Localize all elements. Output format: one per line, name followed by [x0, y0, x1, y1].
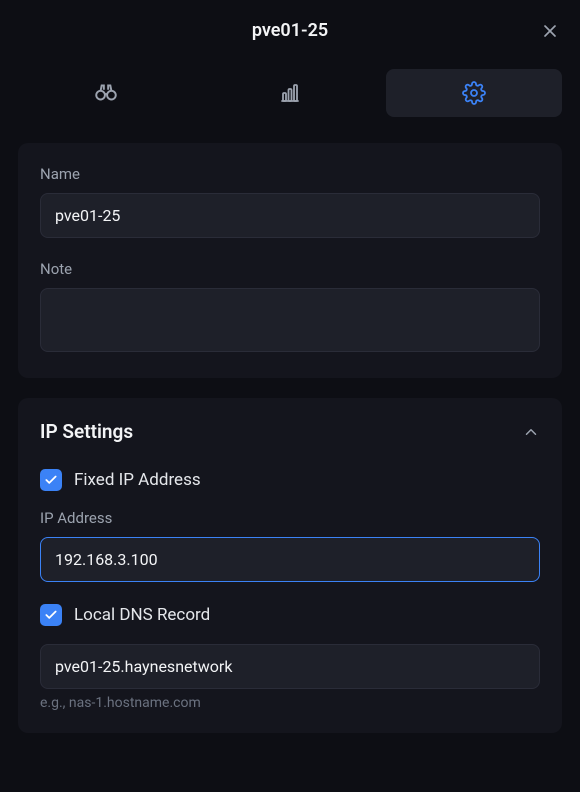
dns-hint: e.g., nas-1.hostname.com — [40, 695, 540, 711]
local-dns-checkbox[interactable] — [40, 604, 62, 626]
check-icon — [44, 608, 58, 622]
close-button[interactable] — [540, 21, 560, 41]
ip-address-label: IP Address — [40, 509, 540, 527]
general-panel: Name Note — [18, 143, 562, 378]
tab-overview[interactable] — [18, 69, 194, 117]
ip-address-input[interactable] — [40, 537, 540, 582]
note-label: Note — [40, 260, 540, 278]
bar-chart-icon — [278, 81, 302, 105]
dns-record-input[interactable] — [40, 644, 540, 689]
name-input[interactable] — [40, 193, 540, 238]
tab-stats[interactable] — [202, 69, 378, 117]
page-title: pve01-25 — [252, 20, 328, 41]
check-icon — [44, 473, 58, 487]
close-icon — [540, 21, 560, 41]
fixed-ip-label: Fixed IP Address — [74, 470, 201, 490]
name-label: Name — [40, 165, 540, 183]
binoculars-icon — [93, 80, 119, 106]
gear-icon — [462, 81, 486, 105]
tab-settings[interactable] — [386, 69, 562, 117]
note-input[interactable] — [40, 288, 540, 352]
tab-bar — [0, 61, 580, 125]
chevron-up-icon — [522, 423, 540, 441]
local-dns-label: Local DNS Record — [74, 605, 210, 625]
ip-settings-panel: IP Settings Fixed IP Address IP Address … — [18, 398, 562, 733]
ip-settings-header[interactable]: IP Settings — [40, 420, 540, 443]
ip-settings-title: IP Settings — [40, 420, 133, 443]
fixed-ip-checkbox[interactable] — [40, 469, 62, 491]
